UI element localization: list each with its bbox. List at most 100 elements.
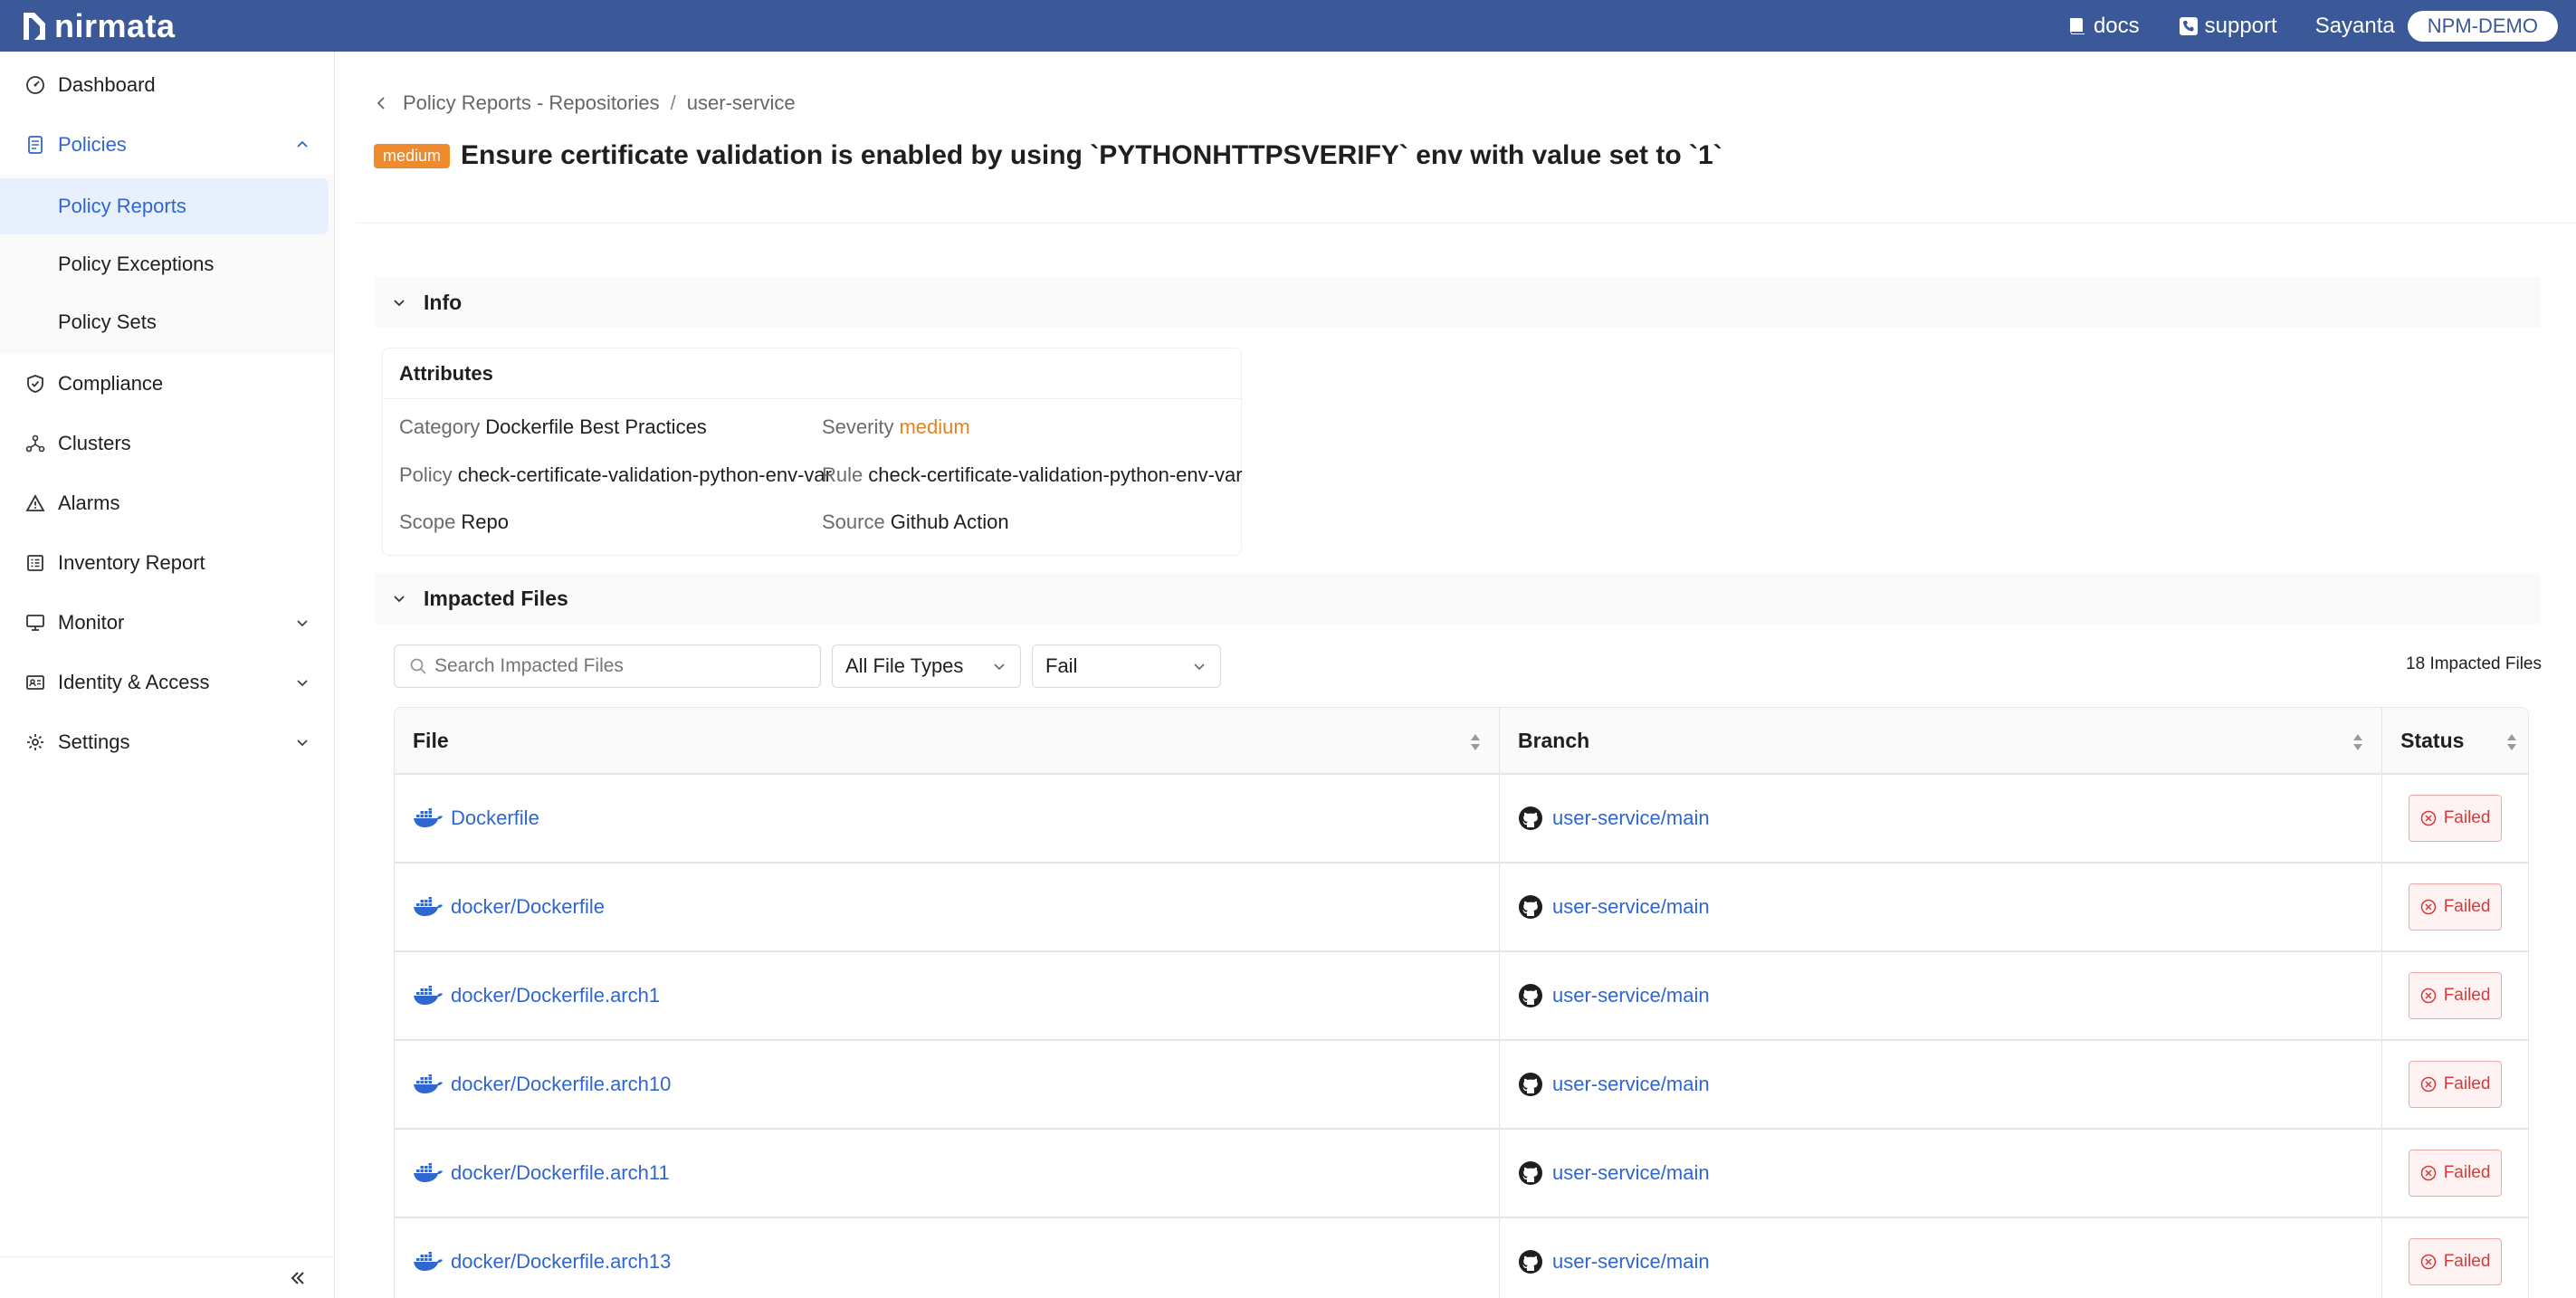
branch-cell: user-service/main [1500,952,2383,1039]
github-icon [1518,806,1542,830]
table-row: docker/Dockerfile user-service/main Fail… [395,864,2528,952]
x-circle-icon [2420,810,2436,826]
github-icon [1518,984,1542,1007]
nirmata-logo-icon [24,12,45,40]
branch-link[interactable]: user-service/main [1552,895,1710,919]
github-icon [1518,1250,1542,1274]
status-cell: Failed [2382,952,2528,1039]
sidebar-item-label: Inventory Report [58,551,205,574]
file-type-select[interactable]: All File Types [832,644,1021,688]
monitor-icon [26,615,44,631]
branch-cell: user-service/main [1500,1218,2383,1298]
breadcrumb-current: user-service [686,91,796,114]
support-label: support [2204,13,2277,38]
sidebar-item-policies[interactable]: Policies [0,115,334,175]
branch-link[interactable]: user-service/main [1552,984,1710,1007]
clusters-icon [25,434,45,453]
sidebar-item-compliance[interactable]: Compliance [0,354,334,414]
status-label: Failed [2443,808,2491,827]
file-cell: docker/Dockerfile [395,864,1500,950]
sidebar-item-label: Compliance [58,372,164,395]
branch-link[interactable]: user-service/main [1552,1161,1710,1185]
branch-cell: user-service/main [1500,775,2383,862]
attr-scope: Scope Repo [399,511,509,534]
column-header-file[interactable]: File [395,708,1500,773]
breadcrumb-parent[interactable]: Policy Reports - Repositories [403,91,660,115]
file-cell: docker/Dockerfile.arch10 [395,1041,1500,1128]
brand-name: nirmata [54,6,176,44]
file-link[interactable]: docker/Dockerfile.arch1 [451,984,660,1007]
attr-policy: Policy check-certificate-validation-pytho… [399,463,832,487]
user-name[interactable]: Sayanta [2315,14,2395,39]
column-header-branch[interactable]: Branch [1500,708,2383,773]
branch-link[interactable]: user-service/main [1552,1073,1710,1096]
attr-key: Scope [399,511,456,533]
attr-severity: Severity medium [822,415,970,439]
status-failed-badge: Failed [2408,972,2503,1019]
support-link[interactable]: support [2178,14,2277,39]
sidebar-item-label: Identity & Access [58,671,210,693]
x-circle-icon [2420,1254,2436,1270]
branch-link[interactable]: user-service/main [1552,806,1710,830]
attr-category: Category Dockerfile Best Practices [399,415,707,439]
column-header-label: Status [2400,728,2465,752]
file-link[interactable]: docker/Dockerfile.arch11 [451,1161,670,1185]
attr-key: Severity [822,415,894,438]
sidebar-item-label: Alarms [58,492,120,514]
attr-value: check-certificate-validation-python-env-… [457,463,832,486]
column-header-status[interactable]: Status [2382,708,2528,773]
gear-icon [27,734,43,750]
sidebar-item-policy-exceptions[interactable]: Policy Exceptions [0,236,329,292]
sidebar-item-inventory-report[interactable]: Inventory Report [0,533,334,593]
breadcrumb: Policy Reports - Repositories / user-ser… [374,91,796,115]
sidebar-item-label: Dashboard [58,73,156,96]
sidebar-collapse-bar[interactable] [0,1256,335,1298]
file-cell: docker/Dockerfile.arch11 [395,1130,1500,1217]
search-impacted-files-input[interactable] [434,655,797,677]
back-chevron-icon[interactable] [374,96,388,110]
attr-value: Repo [461,511,509,533]
table-row: Dockerfile user-service/main Failed [395,775,2528,864]
x-circle-icon [2420,1076,2436,1093]
breadcrumb-separator: / [670,91,676,114]
sort-icon [1470,734,1480,750]
chevron-down-icon [394,596,405,603]
sidebar-item-alarms[interactable]: Alarms [0,473,334,533]
file-link[interactable]: docker/Dockerfile.arch10 [451,1073,671,1096]
sidebar-item-policy-reports[interactable]: Policy Reports [0,178,329,234]
status-label: Failed [2443,1074,2491,1093]
nirmata-logo[interactable]: nirmata [18,7,176,45]
branch-link[interactable]: user-service/main [1552,1250,1710,1274]
attributes-card: Attributes Category Dockerfile Best Pract… [382,348,1243,556]
status-filter-select[interactable]: Fail [1032,644,1221,688]
sidebar-item-policy-sets[interactable]: Policy Sets [0,294,329,350]
table-row: docker/Dockerfile.arch1 user-service/mai… [395,952,2528,1041]
page-header: Policy Reports - Repositories / user-ser… [356,52,2576,224]
branch-cell: user-service/main [1500,864,2383,950]
docker-icon [414,1163,443,1182]
sidebar-item-dashboard[interactable]: Dashboard [0,55,334,115]
sidebar-item-clusters[interactable]: Clusters [0,414,334,473]
double-chevron-left-icon [291,1271,304,1284]
sidebar-item-identity-access[interactable]: Identity & Access [0,653,334,712]
chevron-down-icon [297,740,308,747]
warning-icon [25,494,45,511]
table-row: docker/Dockerfile.arch10 user-service/ma… [395,1041,2528,1130]
file-link[interactable]: docker/Dockerfile.arch13 [451,1250,671,1274]
table-row: docker/Dockerfile.arch11 user-service/ma… [395,1130,2528,1218]
status-cell: Failed [2382,1218,2528,1298]
docs-link[interactable]: docs [2066,14,2140,39]
attr-value: Dockerfile Best Practices [485,415,707,438]
file-link[interactable]: docker/Dockerfile [451,895,605,919]
attr-key: Policy [399,463,453,486]
file-link[interactable]: Dockerfile [451,806,539,830]
info-section-toggle[interactable]: Info [375,277,2541,328]
top-bar-actions: docs support Sayanta NPM-DEMO [2066,10,2558,42]
sidebar-item-monitor[interactable]: Monitor [0,593,334,653]
org-selector[interactable]: NPM-DEMO [2407,10,2558,42]
impacted-files-section-toggle[interactable]: Impacted Files [375,573,2541,624]
chevron-down-icon [297,680,308,687]
policies-submenu: Policy Reports Policy Exceptions Policy … [0,175,334,354]
dashboard-icon [26,76,44,94]
sidebar-item-settings[interactable]: Settings [0,712,334,772]
